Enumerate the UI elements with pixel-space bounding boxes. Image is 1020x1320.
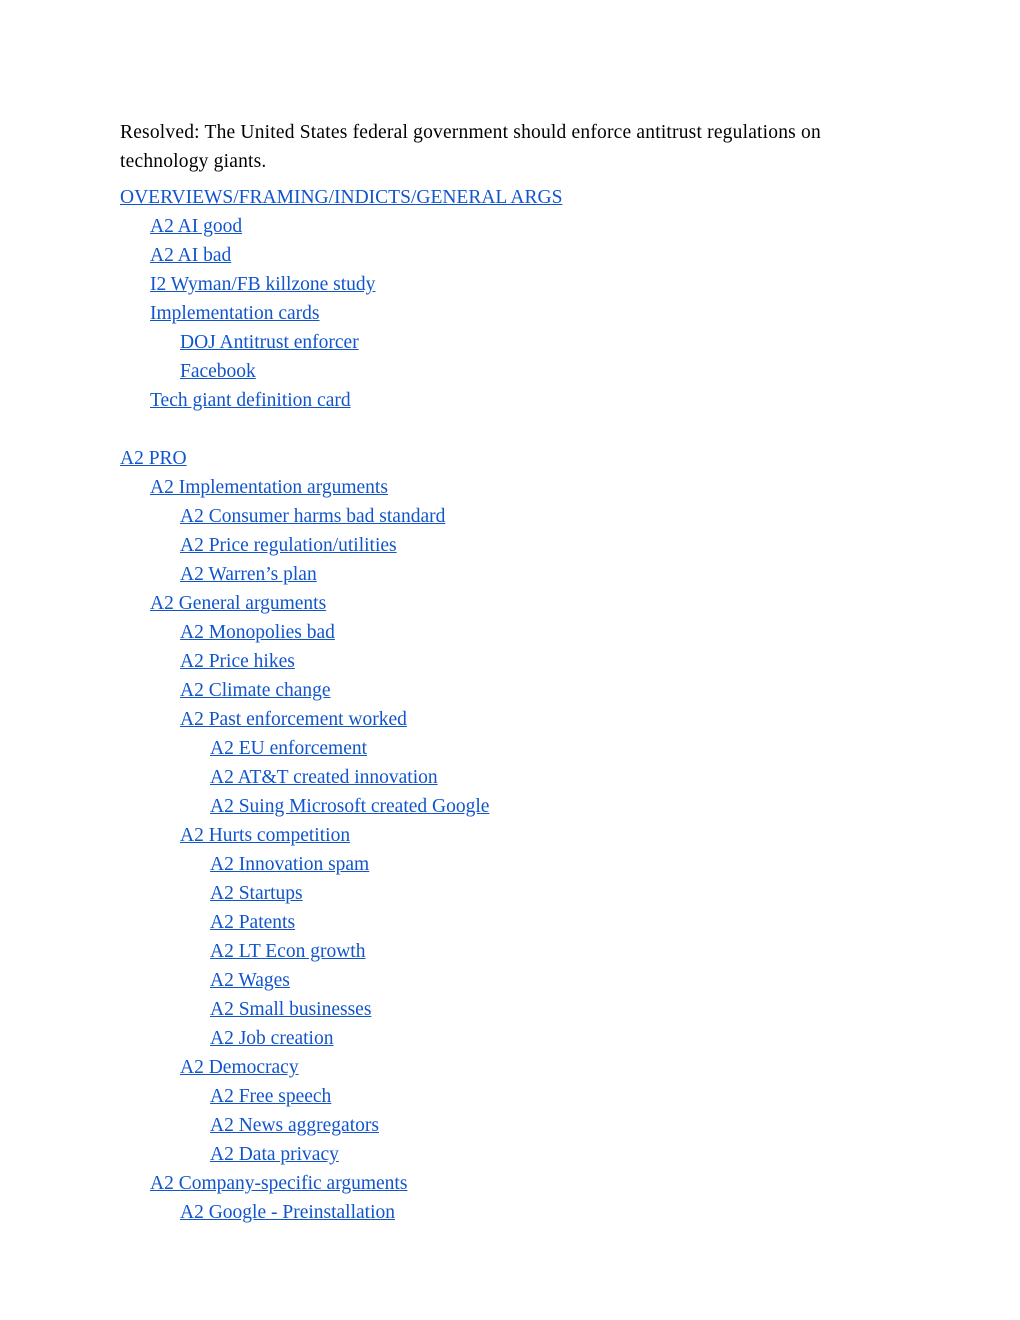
toc-entry: DOJ Antitrust enforcer xyxy=(120,328,900,357)
toc-link[interactable]: OVERVIEWS/FRAMING/INDICTS/GENERAL ARGS xyxy=(120,187,562,208)
toc-link[interactable]: Facebook xyxy=(180,361,256,382)
outline-spacer xyxy=(120,415,900,444)
toc-link[interactable]: DOJ Antitrust enforcer xyxy=(180,332,359,353)
toc-link[interactable]: A2 Hurts competition xyxy=(180,825,350,846)
toc-link[interactable]: A2 Wages xyxy=(210,970,290,991)
toc-entry: OVERVIEWS/FRAMING/INDICTS/GENERAL ARGS xyxy=(120,183,900,212)
toc-entry: A2 Past enforcement worked xyxy=(120,705,900,734)
toc-entry: A2 Company-specific arguments xyxy=(120,1169,900,1198)
toc-entry: A2 Free speech xyxy=(120,1082,900,1111)
toc-link[interactable]: A2 Company-specific arguments xyxy=(150,1173,407,1194)
toc-entry: A2 Small businesses xyxy=(120,995,900,1024)
toc-link[interactable]: A2 Price hikes xyxy=(180,651,295,672)
toc-entry: A2 News aggregators xyxy=(120,1111,900,1140)
toc-link[interactable]: A2 Google - Preinstallation xyxy=(180,1202,395,1223)
toc-link[interactable]: A2 LT Econ growth xyxy=(210,941,365,962)
table-of-contents: OVERVIEWS/FRAMING/INDICTS/GENERAL ARGS A2… xyxy=(120,183,900,1227)
toc-link[interactable]: A2 Small businesses xyxy=(210,999,371,1020)
toc-link[interactable]: A2 AT&T created innovation xyxy=(210,767,438,788)
document-page: Resolved: The United States federal gove… xyxy=(0,0,1020,1320)
toc-entry: A2 Suing Microsoft created Google xyxy=(120,792,900,821)
toc-link[interactable]: A2 Warren’s plan xyxy=(180,564,317,585)
toc-link[interactable]: A2 Democracy xyxy=(180,1057,299,1078)
toc-link[interactable]: A2 Climate change xyxy=(180,680,331,701)
toc-entry: A2 AI bad xyxy=(120,241,900,270)
toc-link[interactable]: A2 General arguments xyxy=(150,593,326,614)
toc-link[interactable]: A2 Consumer harms bad standard xyxy=(180,506,445,527)
toc-entry: A2 Innovation spam xyxy=(120,850,900,879)
toc-entry: A2 AT&T created innovation xyxy=(120,763,900,792)
toc-entry: A2 LT Econ growth xyxy=(120,937,900,966)
toc-entry: Facebook xyxy=(120,357,900,386)
toc-entry: A2 PRO xyxy=(120,444,900,473)
toc-entry: A2 Democracy xyxy=(120,1053,900,1082)
toc-link[interactable]: A2 Job creation xyxy=(210,1028,333,1049)
toc-link[interactable]: A2 Data privacy xyxy=(210,1144,339,1165)
toc-entry: A2 Wages xyxy=(120,966,900,995)
toc-link[interactable]: A2 News aggregators xyxy=(210,1115,379,1136)
toc-link[interactable]: I2 Wyman/FB killzone study xyxy=(150,274,375,295)
toc-entry: A2 Implementation arguments xyxy=(120,473,900,502)
toc-link[interactable]: A2 Price regulation/utilities xyxy=(180,535,397,556)
toc-entry: A2 Price regulation/utilities xyxy=(120,531,900,560)
toc-link[interactable]: Implementation cards xyxy=(150,303,319,324)
toc-link[interactable]: Tech giant definition card xyxy=(150,390,351,411)
toc-entry: Implementation cards xyxy=(120,299,900,328)
toc-link[interactable]: A2 Past enforcement worked xyxy=(180,709,407,730)
toc-entry: A2 Patents xyxy=(120,908,900,937)
toc-link[interactable]: A2 PRO xyxy=(120,448,187,469)
toc-entry: A2 Climate change xyxy=(120,676,900,705)
toc-link[interactable]: A2 Suing Microsoft created Google xyxy=(210,796,489,817)
toc-entry: A2 AI good xyxy=(120,212,900,241)
toc-entry: I2 Wyman/FB killzone study xyxy=(120,270,900,299)
toc-entry: A2 General arguments xyxy=(120,589,900,618)
toc-link[interactable]: A2 AI good xyxy=(150,216,242,237)
toc-entry: Tech giant definition card xyxy=(120,386,900,415)
toc-entry: A2 Job creation xyxy=(120,1024,900,1053)
toc-entry: A2 Hurts competition xyxy=(120,821,900,850)
toc-link[interactable]: A2 Innovation spam xyxy=(210,854,369,875)
toc-entry: A2 Warren’s plan xyxy=(120,560,900,589)
toc-link[interactable]: A2 EU enforcement xyxy=(210,738,367,759)
toc-entry: A2 Price hikes xyxy=(120,647,900,676)
page-title: Resolved: The United States federal gove… xyxy=(120,122,821,172)
toc-link[interactable]: A2 Startups xyxy=(210,883,303,904)
toc-link[interactable]: A2 AI bad xyxy=(150,245,231,266)
toc-link[interactable]: A2 Patents xyxy=(210,912,295,933)
toc-link[interactable]: A2 Implementation arguments xyxy=(150,477,388,498)
toc-entry: A2 Monopolies bad xyxy=(120,618,900,647)
toc-entry: A2 Startups xyxy=(120,879,900,908)
toc-entry: A2 EU enforcement xyxy=(120,734,900,763)
toc-entry: A2 Data privacy xyxy=(120,1140,900,1169)
toc-entry: A2 Consumer harms bad standard xyxy=(120,502,900,531)
toc-link[interactable]: A2 Free speech xyxy=(210,1086,331,1107)
toc-entry: A2 Google - Preinstallation xyxy=(120,1198,900,1227)
toc-link[interactable]: A2 Monopolies bad xyxy=(180,622,335,643)
